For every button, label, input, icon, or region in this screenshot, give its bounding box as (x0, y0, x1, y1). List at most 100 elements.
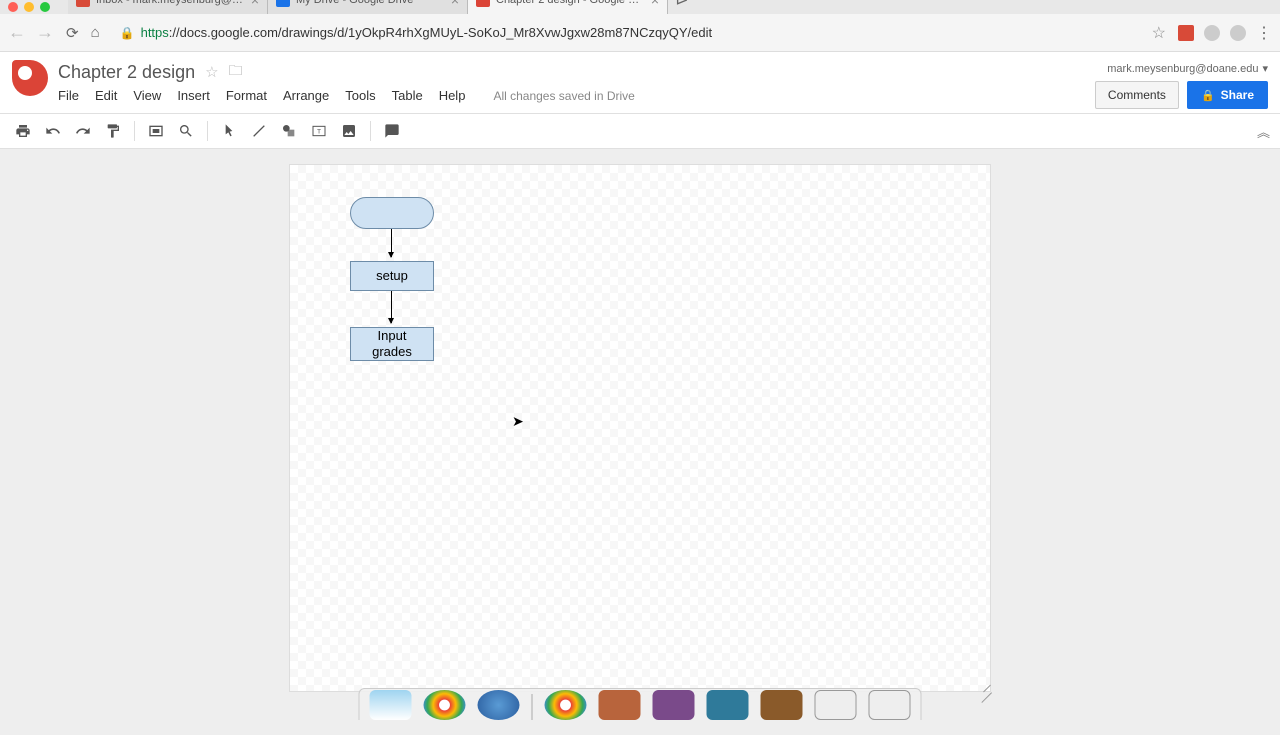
doc-title[interactable]: Chapter 2 design (58, 62, 195, 83)
shape-label: setup (376, 268, 408, 284)
extension-icon[interactable] (1204, 25, 1220, 41)
home-button[interactable]: ⌂ (91, 24, 100, 41)
cursor-icon (221, 123, 237, 139)
menu-file[interactable]: File (58, 88, 79, 103)
drawings-logo-icon[interactable] (12, 60, 48, 96)
safari-icon[interactable] (478, 690, 520, 720)
app-icon[interactable] (707, 690, 749, 720)
svg-text:T: T (317, 129, 321, 136)
menu-help[interactable]: Help (439, 88, 466, 103)
fullscreen-window-icon[interactable] (40, 2, 50, 12)
trash-icon[interactable] (869, 690, 911, 720)
shape-label: Input grades (372, 328, 412, 359)
url-bar: ← → ⟳ ⌂ 🔒 https://docs.google.com/drawin… (0, 14, 1280, 52)
url-text: https://docs.google.com/drawings/d/1yOkp… (141, 25, 713, 40)
paint-roller-icon (105, 123, 121, 139)
separator (370, 121, 371, 141)
close-icon[interactable]: × (651, 0, 659, 8)
menu-insert[interactable]: Insert (177, 88, 210, 103)
star-icon[interactable]: ☆ (205, 63, 218, 81)
macos-dock (359, 688, 922, 720)
address-bar[interactable]: 🔒 https://docs.google.com/drawings/d/1yO… (112, 21, 1140, 44)
shape-tool[interactable] (276, 118, 302, 144)
canvas-area: setup Input grades ➤ (0, 149, 1280, 735)
comment-icon (384, 123, 400, 139)
reload-button[interactable]: ⟳ (66, 24, 79, 42)
comments-button[interactable]: Comments (1095, 81, 1179, 109)
gmail-favicon-icon (76, 0, 90, 7)
minimize-window-icon[interactable] (24, 2, 34, 12)
tab-inbox[interactable]: Inbox - mark.meysenburg@d... × (68, 0, 268, 14)
tab-bar: Inbox - mark.meysenburg@d... × My Drive … (68, 0, 696, 14)
app-icon[interactable] (653, 690, 695, 720)
separator (207, 121, 208, 141)
menu-view[interactable]: View (133, 88, 161, 103)
drive-favicon-icon (276, 0, 290, 7)
back-button[interactable]: ← (8, 22, 26, 43)
canvas-resize-handle[interactable] (978, 679, 992, 693)
share-button[interactable]: 🔒Share (1187, 81, 1268, 109)
menu-table[interactable]: Table (392, 88, 423, 103)
tab-title: Chapter 2 design - Google Dr... (496, 0, 645, 6)
app-icon[interactable] (599, 690, 641, 720)
select-tool[interactable] (216, 118, 242, 144)
flowchart-arrow[interactable] (391, 229, 392, 257)
print-icon (15, 123, 31, 139)
close-icon[interactable]: × (451, 0, 459, 8)
drawings-favicon-icon (476, 0, 490, 7)
print-button[interactable] (10, 118, 36, 144)
close-icon[interactable]: × (251, 0, 259, 8)
lock-icon: 🔒 (120, 26, 135, 40)
move-folder-icon[interactable]: 🗀 (229, 60, 243, 84)
window-chrome: Inbox - mark.meysenburg@d... × My Drive … (0, 0, 1280, 14)
extension-icon[interactable] (1178, 25, 1194, 41)
flowchart-process-input-grades[interactable]: Input grades (350, 327, 434, 361)
paint-format-button[interactable] (100, 118, 126, 144)
user-account[interactable]: mark.meysenburg@doane.edu ▾ (1107, 62, 1268, 75)
chevron-down-icon: ▾ (1262, 62, 1268, 75)
comment-tool[interactable] (379, 118, 405, 144)
bookmark-star-icon[interactable]: ☆ (1152, 23, 1166, 43)
new-tab-button[interactable]: ⊳ (668, 0, 696, 14)
undo-button[interactable] (40, 118, 66, 144)
flowchart-arrow[interactable] (391, 291, 392, 323)
menu-arrange[interactable]: Arrange (283, 88, 329, 103)
app-icon[interactable] (761, 690, 803, 720)
chrome-icon[interactable] (424, 690, 466, 720)
zoom-button[interactable] (173, 118, 199, 144)
redo-button[interactable] (70, 118, 96, 144)
zoom-fit-button[interactable] (143, 118, 169, 144)
forward-button[interactable]: → (36, 22, 54, 43)
flowchart-process-setup[interactable]: setup (350, 261, 434, 291)
close-window-icon[interactable] (8, 2, 18, 12)
chrome-menu-button[interactable]: ⋮ (1256, 23, 1272, 43)
shape-icon (281, 123, 297, 139)
image-icon (341, 123, 357, 139)
line-icon (251, 123, 267, 139)
extension-icon[interactable] (1230, 25, 1246, 41)
line-tool[interactable] (246, 118, 272, 144)
toolbar: T ︽ (0, 113, 1280, 149)
collapse-toolbar-button[interactable]: ︽ (1257, 122, 1270, 141)
tab-drive[interactable]: My Drive - Google Drive × (268, 0, 468, 14)
flowchart-terminator[interactable] (350, 197, 434, 229)
fit-icon (148, 123, 164, 139)
image-tool[interactable] (336, 118, 362, 144)
menu-edit[interactable]: Edit (95, 88, 117, 103)
drawings-app: Chapter 2 design ☆ 🗀 File Edit View Inse… (0, 52, 1280, 720)
lock-icon: 🔒 (1201, 89, 1215, 102)
canvas[interactable]: setup Input grades ➤ (290, 165, 990, 691)
mouse-cursor-icon: ➤ (512, 413, 524, 430)
app-icon[interactable] (815, 690, 857, 720)
textbox-tool[interactable]: T (306, 118, 332, 144)
tab-drawings[interactable]: Chapter 2 design - Google Dr... × (468, 0, 668, 14)
menu-format[interactable]: Format (226, 88, 267, 103)
finder-icon[interactable] (370, 690, 412, 720)
chrome-icon[interactable] (545, 690, 587, 720)
textbox-icon: T (311, 123, 327, 139)
redo-icon (75, 123, 91, 139)
menu-tools[interactable]: Tools (345, 88, 375, 103)
zoom-icon (178, 123, 194, 139)
tab-title: My Drive - Google Drive (296, 0, 445, 6)
tab-title: Inbox - mark.meysenburg@d... (96, 0, 245, 6)
